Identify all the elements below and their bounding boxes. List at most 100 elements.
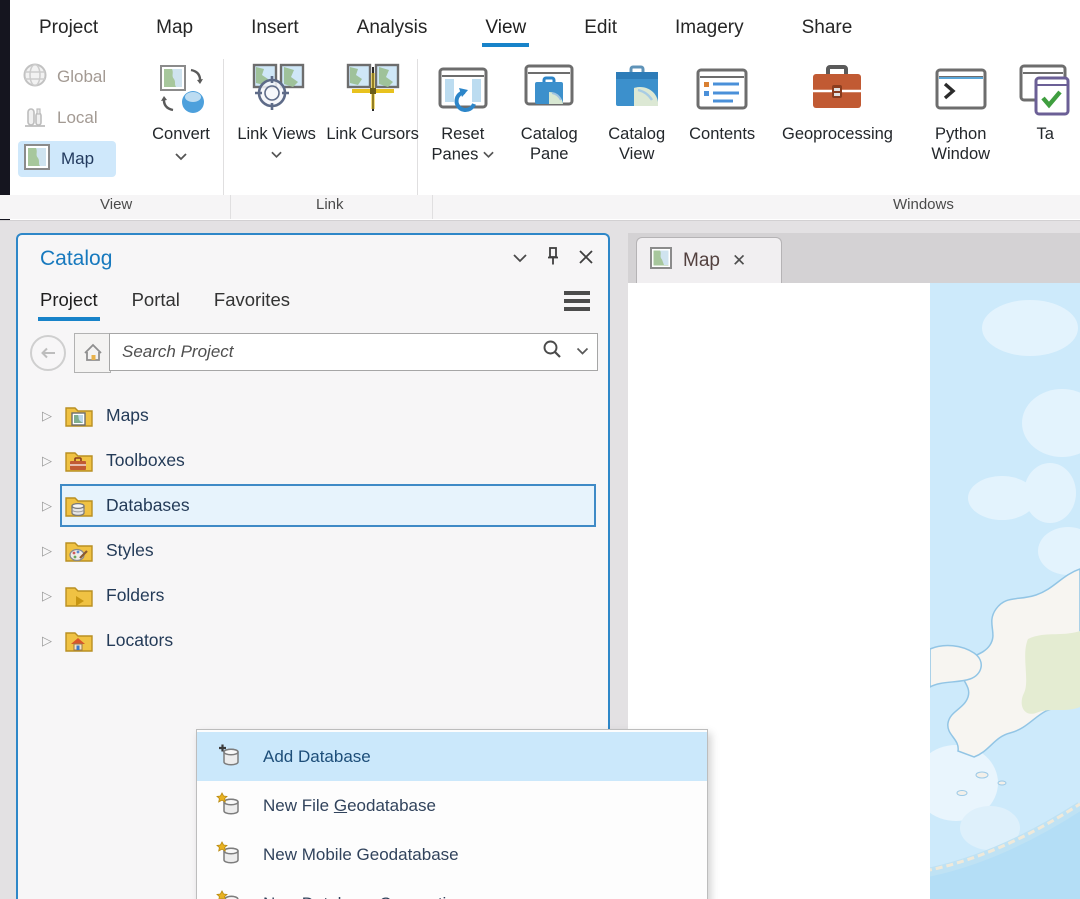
new-file-geodatabase-icon	[215, 792, 243, 820]
catalog-search-row	[18, 333, 608, 381]
link-cursors-button[interactable]: Link Cursors	[326, 55, 420, 145]
menu-item-new-database-connection[interactable]: New Database Connection	[197, 879, 707, 899]
new-database-connection-icon	[215, 890, 243, 899]
styles-folder-icon	[64, 539, 94, 563]
search-input[interactable]	[120, 336, 514, 368]
ribbon-tab-insert[interactable]: Insert	[236, 11, 314, 45]
ribbon-group-link: Link Views	[226, 55, 415, 195]
ribbon-tab-imagery[interactable]: Imagery	[660, 11, 759, 45]
group-label-link: Link	[316, 196, 344, 213]
reset-panes-button[interactable]: Reset Panes	[420, 55, 505, 195]
pane-options-menu-icon[interactable]	[564, 291, 590, 311]
catalog-tree: ▷ Maps ▷ Toolboxes ▷	[18, 393, 608, 663]
pin-icon[interactable]	[546, 247, 560, 271]
view-tab-bar: Map ✕	[628, 233, 1080, 283]
home-button[interactable]	[74, 333, 111, 373]
ribbon-tab-share[interactable]: Share	[787, 11, 868, 45]
map-view-tab[interactable]: Map ✕	[636, 237, 782, 283]
close-tab-icon[interactable]: ✕	[732, 251, 746, 271]
convert-button[interactable]: Convert	[138, 55, 224, 166]
ribbon-tab-project[interactable]: Project	[24, 11, 113, 45]
map-icon	[649, 246, 673, 275]
databases-context-menu: Add Database New File Geodatabase New Mo…	[196, 729, 708, 899]
toolboxes-folder-icon	[64, 449, 94, 473]
ribbon: Project Map Insert Analysis View Edit Im…	[0, 0, 1080, 221]
locators-folder-icon	[64, 629, 94, 653]
search-box	[109, 333, 598, 371]
catalog-tab-portal[interactable]: Portal	[132, 289, 180, 317]
menu-item-new-file-geodatabase[interactable]: New File Geodatabase	[197, 781, 707, 830]
ribbon-group-view: Global Local Map	[10, 55, 221, 195]
python-window-button[interactable]: Python Window	[911, 55, 1010, 195]
global-scene-icon	[22, 62, 48, 93]
chevron-down-icon[interactable]	[576, 343, 589, 361]
group-label-view: View	[100, 196, 132, 213]
maps-folder-icon	[64, 404, 94, 428]
tree-item-maps[interactable]: ▷ Maps	[18, 393, 608, 438]
map-icon	[22, 142, 52, 177]
tree-item-databases[interactable]: ▷ Databases	[18, 483, 608, 528]
python-window-icon	[934, 59, 988, 123]
catalog-tab-favorites[interactable]: Favorites	[214, 289, 290, 317]
catalog-tabs: Project Portal Favorites	[18, 281, 608, 325]
expand-arrow-icon[interactable]: ▷	[42, 408, 52, 424]
add-database-icon	[215, 743, 243, 771]
ribbon-tab-map[interactable]: Map	[141, 11, 208, 45]
link-views-button[interactable]: Link Views	[230, 55, 324, 165]
databases-folder-icon	[64, 494, 94, 518]
ribbon-tab-analysis[interactable]: Analysis	[342, 11, 443, 45]
global-button[interactable]: Global	[18, 59, 116, 95]
menu-item-label: New Database Connection	[263, 894, 465, 899]
pane-title: Catalog	[40, 247, 112, 271]
expand-arrow-icon[interactable]: ▷	[42, 498, 52, 514]
search-icon[interactable]	[542, 339, 562, 364]
pane-menu-chevron-icon[interactable]	[512, 250, 528, 268]
ribbon-body: Global Local Map	[10, 55, 1080, 195]
ribbon-group-labels: View Link Windows	[0, 195, 1080, 219]
back-arrow-icon[interactable]	[30, 335, 66, 371]
chevron-down-icon	[175, 148, 187, 166]
folders-folder-icon	[64, 584, 94, 608]
tree-item-locators[interactable]: ▷ Locators	[18, 618, 608, 663]
geoprocessing-toolbox-icon	[808, 59, 866, 123]
catalog-pane-button[interactable]: Catalog Pane	[505, 55, 592, 195]
menu-item-new-mobile-geodatabase[interactable]: New Mobile Geodatabase	[197, 830, 707, 879]
convert-icon	[153, 59, 209, 123]
tree-item-styles[interactable]: ▷ Styles	[18, 528, 608, 573]
ribbon-tab-edit[interactable]: Edit	[569, 11, 632, 45]
home-icon	[83, 343, 103, 363]
menu-item-label: New File Geodatabase	[263, 796, 436, 816]
local-scene-icon	[22, 103, 48, 134]
contents-button[interactable]: Contents	[680, 55, 764, 195]
menu-item-label: Add Database	[263, 747, 371, 767]
contents-icon	[695, 59, 749, 123]
close-icon[interactable]	[578, 249, 594, 270]
new-mobile-geodatabase-icon	[215, 841, 243, 869]
tasks-icon	[1018, 59, 1072, 123]
ribbon-tab-bar: Project Map Insert Analysis View Edit Im…	[10, 6, 881, 50]
catalog-pane-icon	[522, 59, 576, 123]
local-button[interactable]: Local	[18, 100, 116, 136]
catalog-tab-project[interactable]: Project	[40, 289, 98, 317]
tasks-button[interactable]: Ta	[1010, 55, 1080, 195]
link-views-icon	[248, 59, 306, 123]
expand-arrow-icon[interactable]: ▷	[42, 543, 52, 559]
catalog-view-button[interactable]: Catalog View	[593, 55, 680, 195]
window-edge	[0, 0, 10, 220]
tree-item-folders[interactable]: ▷ Folders	[18, 573, 608, 618]
catalog-view-icon	[610, 59, 664, 123]
ribbon-tab-view[interactable]: View	[470, 11, 541, 45]
ribbon-group-windows: Reset Panes Catalog Pane	[420, 55, 1080, 195]
expand-arrow-icon[interactable]: ▷	[42, 588, 52, 604]
menu-item-add-database[interactable]: Add Database	[197, 732, 707, 781]
link-cursors-icon	[344, 59, 402, 123]
expand-arrow-icon[interactable]: ▷	[42, 453, 52, 469]
arcgis-pro-window: Project Map Insert Analysis View Edit Im…	[0, 0, 1080, 899]
reset-panes-icon	[437, 59, 489, 123]
geoprocessing-button[interactable]: Geoprocessing	[764, 55, 911, 195]
workspace: Catalog Project Portal Favorites	[0, 221, 1080, 899]
catalog-pane-header: Catalog	[18, 235, 608, 281]
map-view-button[interactable]: Map	[18, 141, 116, 177]
tree-item-toolboxes[interactable]: ▷ Toolboxes	[18, 438, 608, 483]
expand-arrow-icon[interactable]: ▷	[42, 633, 52, 649]
